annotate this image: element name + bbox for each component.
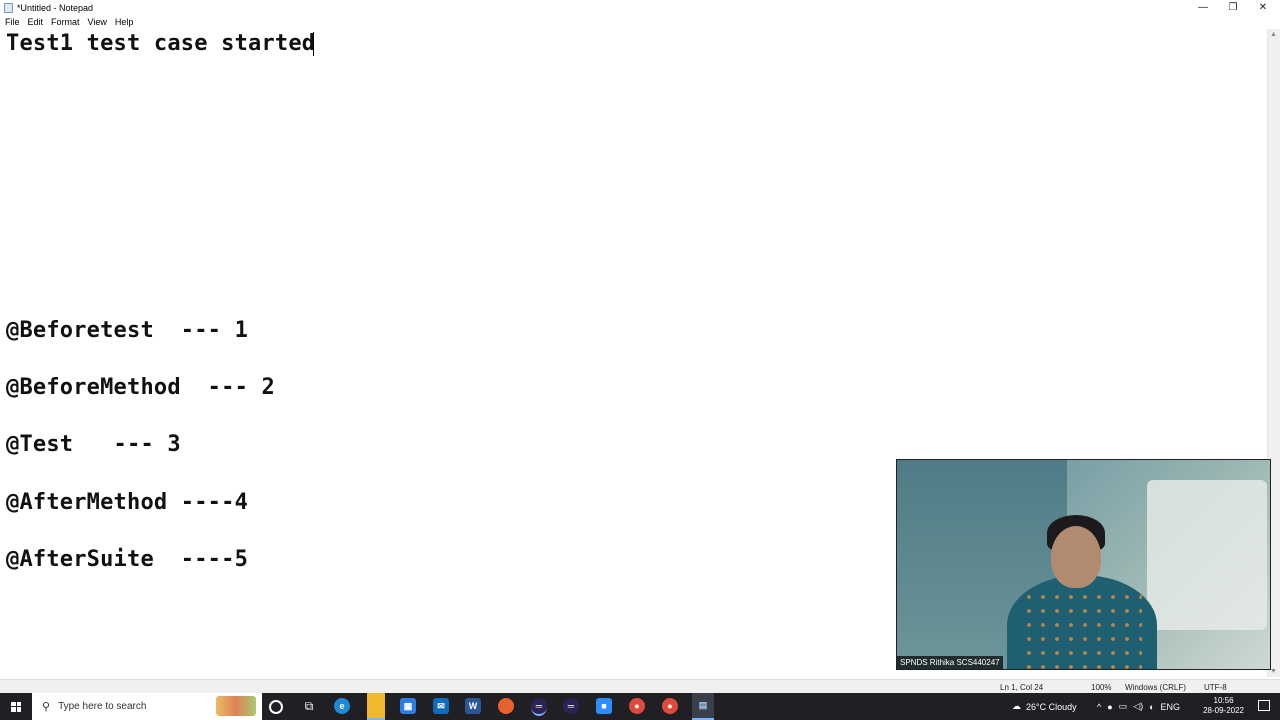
- scroll-up-icon[interactable]: ▲: [1270, 31, 1277, 38]
- weather-text: 26°C Cloudy: [1026, 701, 1077, 712]
- edge-icon[interactable]: e: [334, 698, 350, 714]
- scroll-down-icon[interactable]: ▼: [1270, 668, 1277, 675]
- cortana-icon[interactable]: [269, 700, 283, 714]
- file-explorer-icon[interactable]: [367, 693, 385, 720]
- menu-bar: File Edit Format View Help: [0, 15, 1280, 28]
- mail-icon[interactable]: ✉: [433, 698, 449, 714]
- editor-line: Test1 test case started: [6, 31, 316, 56]
- menu-edit[interactable]: Edit: [28, 17, 44, 27]
- menu-view[interactable]: View: [88, 17, 107, 27]
- store-icon[interactable]: ▦: [400, 698, 416, 714]
- title-bar: *Untitled - Notepad — ❐ ✕: [0, 0, 1280, 15]
- video-caption: SPNDS Rithika SCS440247: [897, 656, 1003, 669]
- speaker-icon[interactable]: ◁): [1133, 701, 1143, 712]
- eclipse-icon[interactable]: ═: [531, 698, 547, 716]
- zoom-level: 100%: [1091, 683, 1112, 692]
- chevron-up-icon[interactable]: ^: [1097, 702, 1101, 712]
- clock-date: 28-09-2022: [1203, 706, 1244, 715]
- network-icon[interactable]: ▭: [1119, 701, 1128, 712]
- chrome-icon[interactable]: ●: [662, 698, 678, 714]
- weather-widget[interactable]: ☁ 26°C Cloudy: [1012, 693, 1077, 720]
- editor-line: @AfterMethod ----4: [6, 490, 249, 515]
- menu-file[interactable]: File: [5, 17, 20, 27]
- clock-time: 10:56: [1213, 696, 1234, 705]
- eclipse-icon[interactable]: ═: [563, 698, 579, 714]
- editor-line: @Beforetest --- 1: [6, 318, 249, 343]
- editor-line: @Test --- 3: [6, 432, 181, 457]
- tray-extra-icon[interactable]: ◐: [1149, 702, 1154, 712]
- search-icon: ⚲: [42, 701, 51, 713]
- microphone-icon[interactable]: ●: [1107, 702, 1112, 712]
- menu-format[interactable]: Format: [51, 17, 80, 27]
- minimize-button[interactable]: —: [1188, 0, 1218, 15]
- notepad-icon: [4, 2, 13, 13]
- taskbar: ⚲ Type here to search ⧉ e ▦ ✉ W ═ ═ ■ ● …: [0, 693, 1280, 720]
- close-button[interactable]: ✕: [1248, 0, 1278, 15]
- status-bar: Ln 1, Col 24 100% Windows (CRLF) UTF-8: [0, 679, 1280, 694]
- tray-icons: ^ ● ▭ ◁) ◐ ENG: [1097, 693, 1180, 720]
- notification-icon[interactable]: [1258, 700, 1270, 711]
- editor-line: @AfterSuite ----5: [6, 547, 249, 572]
- cursor-position: Ln 1, Col 24: [1000, 683, 1044, 692]
- menu-help[interactable]: Help: [115, 17, 134, 27]
- notepad-icon[interactable]: ▤: [692, 693, 714, 720]
- chrome-icon[interactable]: ●: [629, 698, 645, 714]
- taskbar-search[interactable]: ⚲ Type here to search: [32, 693, 262, 720]
- line-ending: Windows (CRLF): [1125, 683, 1186, 692]
- task-view-icon[interactable]: ⧉: [301, 698, 317, 714]
- language-indicator[interactable]: ENG: [1161, 702, 1181, 712]
- webcam-video: SPNDS Rithika SCS440247: [896, 459, 1271, 670]
- encoding: UTF-8: [1204, 683, 1227, 692]
- cloud-icon: ☁: [1012, 701, 1021, 711]
- firefox-icon[interactable]: [498, 698, 514, 714]
- editor-line: @BeforeMethod --- 2: [6, 375, 275, 400]
- start-button[interactable]: [0, 693, 32, 720]
- maximize-button[interactable]: ❐: [1218, 0, 1248, 15]
- search-highlight-image: [216, 696, 256, 716]
- zoom-icon[interactable]: ■: [596, 698, 612, 714]
- window-title: *Untitled - Notepad: [17, 2, 94, 13]
- text-caret: [313, 32, 314, 56]
- windows-icon: [11, 701, 21, 712]
- search-placeholder: Type here to search: [58, 701, 147, 712]
- clock[interactable]: 10:56 28-09-2022: [1203, 696, 1244, 716]
- presenter-face: [1051, 526, 1101, 588]
- word-icon[interactable]: W: [465, 698, 481, 714]
